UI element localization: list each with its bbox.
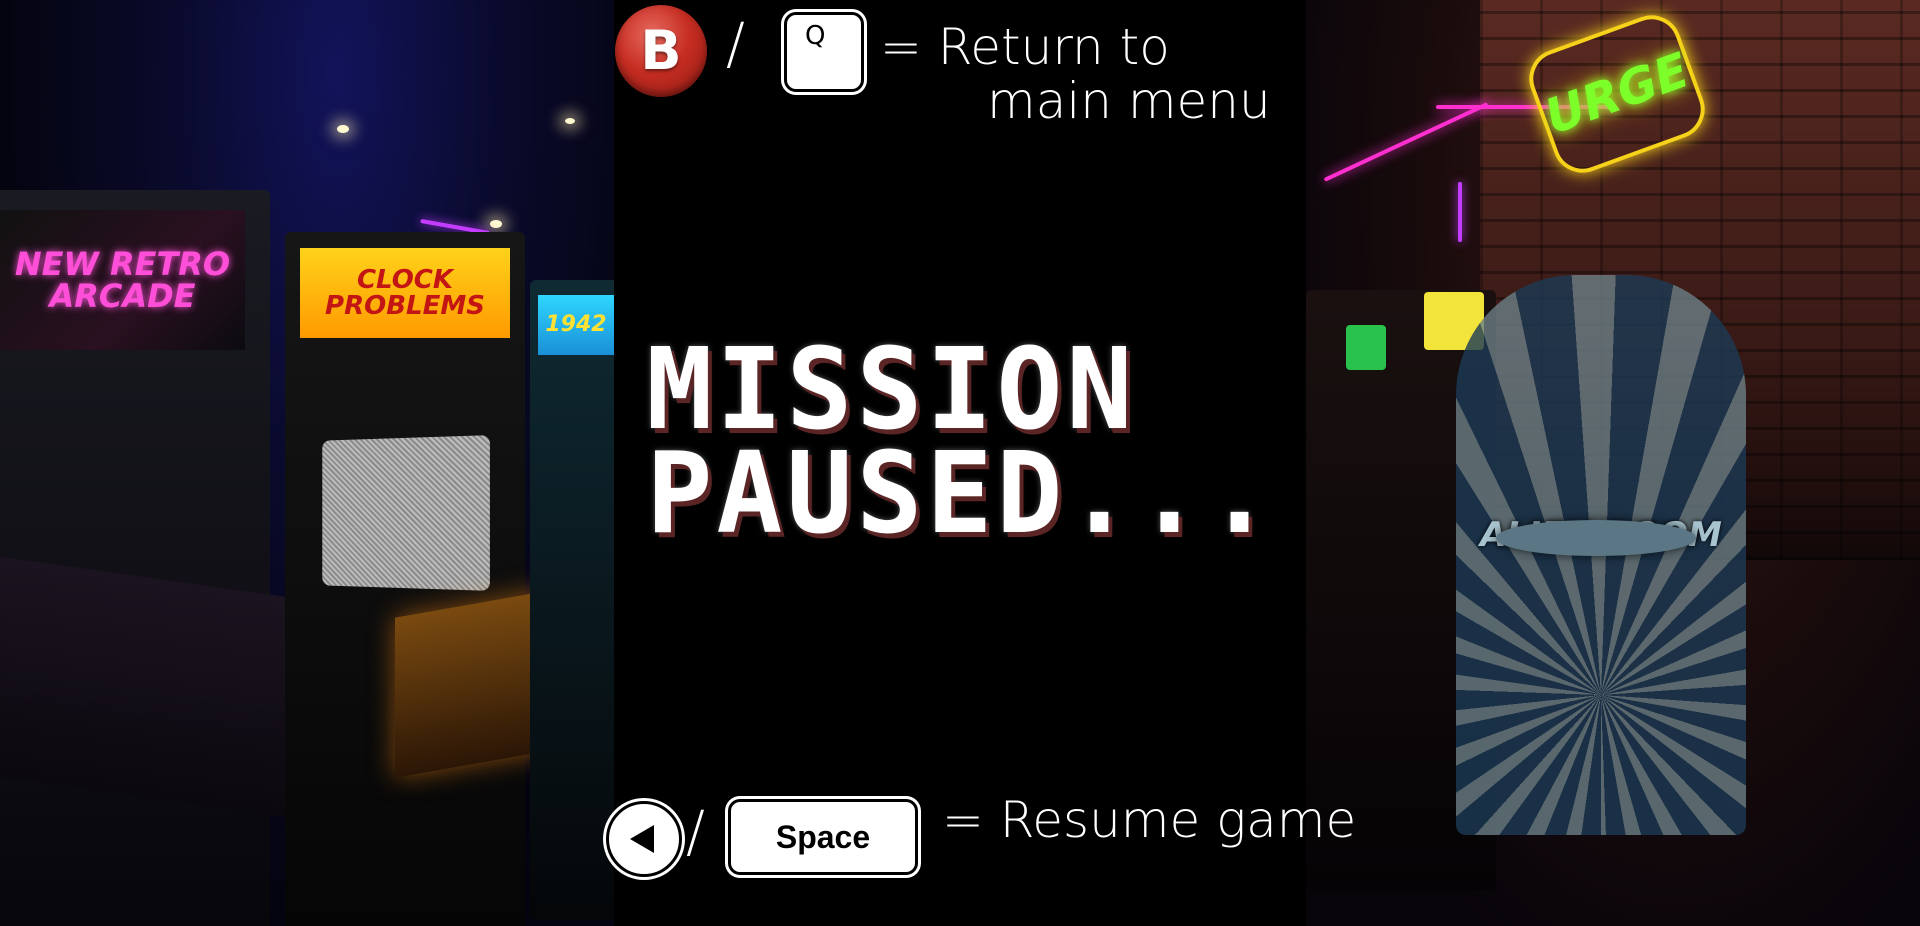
cabinet-marquee: NEW RETRO ARCADE: [0, 210, 245, 350]
control-panel: [0, 556, 330, 824]
cabinet-marquee: [1346, 325, 1386, 370]
marquee-text: 1942: [545, 312, 607, 337]
ufo-art: [1496, 520, 1696, 556]
cabinet-marquee: 1942: [538, 295, 614, 355]
neon-strip: [1323, 102, 1489, 182]
arcade-background-right: URGE ALIEN BOOM: [1306, 0, 1920, 926]
neon-strip: [1458, 182, 1462, 242]
back-arrow-icon: [606, 801, 682, 877]
space-key-label: Space: [775, 818, 871, 855]
return-hint-line1: = Return to: [880, 18, 1170, 76]
arcade-background-left: NEW RETRO ARCADE CLOCK PROBLEMS 1942: [0, 0, 614, 926]
pause-title-line2: PAUSED...: [646, 429, 1277, 559]
resume-hint-label: = Resume game: [942, 791, 1357, 849]
cabinet-marquee: CLOCK PROBLEMS: [300, 248, 510, 338]
marquee-text: NEW RETRO ARCADE: [14, 245, 231, 315]
return-hint-line2: main menu: [987, 72, 1271, 130]
ceiling-light: [565, 118, 575, 124]
ceiling-light: [490, 220, 502, 228]
neon-sign-text: URGE: [1537, 42, 1697, 146]
cabinet-screen: [322, 435, 490, 591]
q-key-icon: Q: [784, 12, 864, 92]
back-arrow-glyph: [630, 825, 654, 853]
ceiling-light: [337, 125, 349, 133]
space-key-icon: Space: [728, 799, 918, 875]
separator: /: [686, 800, 705, 865]
separator: /: [726, 12, 745, 77]
pause-title: MISSION PAUSED...: [646, 334, 1276, 550]
arcade-cabinet: [530, 280, 614, 920]
b-button-label: B: [640, 18, 682, 82]
b-button-icon: B: [615, 5, 707, 97]
q-key-label: Q: [805, 21, 826, 51]
marquee-text: CLOCK PROBLEMS: [325, 265, 485, 321]
